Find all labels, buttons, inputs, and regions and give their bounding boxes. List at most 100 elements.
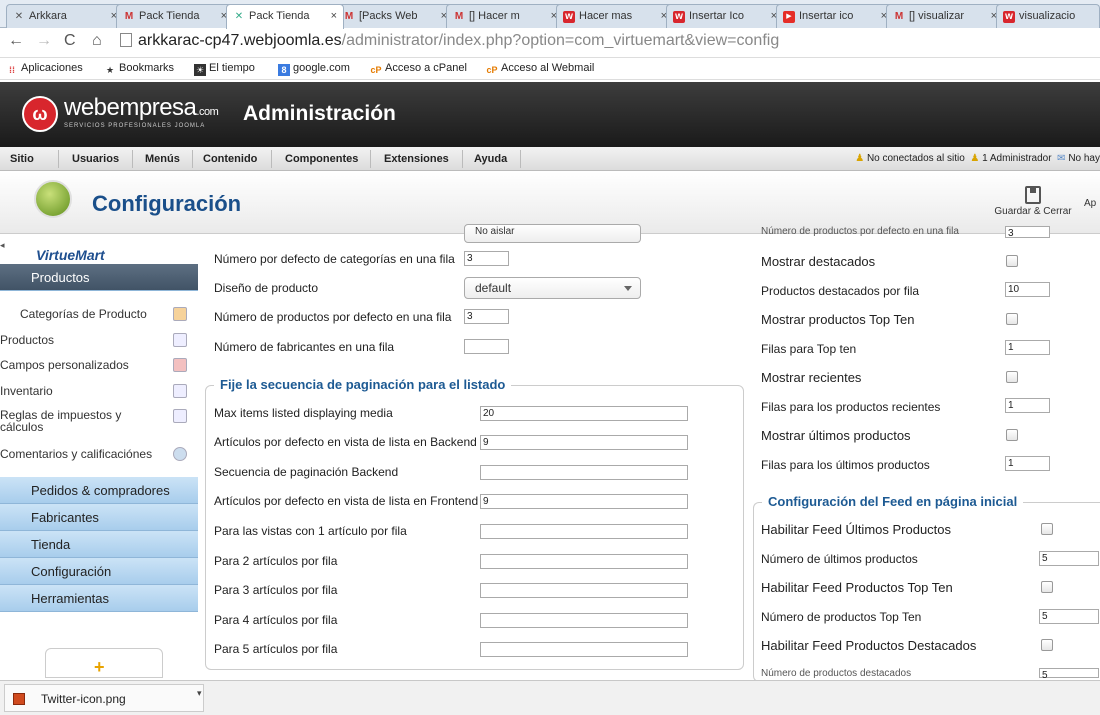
url-input[interactable]: arkkarac-cp47.webjoomla.es/administrator… bbox=[120, 32, 779, 50]
sidebar-item-impuestos[interactable]: Reglas de impuestos y cálculos bbox=[0, 409, 187, 433]
show-latest-checkbox[interactable] bbox=[1006, 429, 1018, 441]
menu-contenido[interactable]: Contenido bbox=[203, 153, 257, 165]
menu-extensiones[interactable]: Extensiones bbox=[384, 153, 449, 165]
browser-tab[interactable]: ▶ Insertar ico × bbox=[776, 4, 894, 28]
field-label: Habilitar Feed Productos Destacados bbox=[761, 638, 977, 653]
field-label: Para 5 artículos por fila bbox=[214, 642, 338, 656]
cpanel-icon: cP bbox=[486, 65, 498, 75]
bookmark-bookmarks[interactable]: ★ Bookmarks bbox=[104, 62, 174, 76]
collapse-arrow-icon[interactable]: ◂ bbox=[0, 240, 5, 251]
config-wrench-icon bbox=[34, 180, 72, 218]
browser-tab[interactable]: ✕ Arkkara × bbox=[6, 4, 124, 28]
sidebar-item-productos[interactable]: Productos bbox=[0, 333, 187, 347]
feed-topten-count-input[interactable]: 5 bbox=[1039, 609, 1099, 624]
field-label: Número de productos por defecto en una f… bbox=[214, 310, 452, 324]
browser-tab[interactable]: M[] Hacer m × bbox=[446, 4, 564, 28]
browser-tab[interactable]: w visualizacio bbox=[996, 4, 1100, 28]
browser-tab[interactable]: w Insertar Ico × bbox=[666, 4, 784, 28]
show-featured-checkbox[interactable] bbox=[1006, 255, 1018, 267]
menu-separator bbox=[192, 150, 193, 168]
latest-rows-input[interactable]: 1 bbox=[1005, 456, 1050, 471]
sidebar-section-fabricantes[interactable]: Fabricantes bbox=[0, 504, 198, 531]
bookmark-apps[interactable]: ⁞⁞ Aplicaciones bbox=[6, 62, 83, 76]
field-label: Para 2 artículos por fila bbox=[214, 554, 338, 568]
reload-icon[interactable]: C bbox=[64, 32, 76, 50]
products-per-row-input[interactable]: 3 bbox=[464, 309, 509, 324]
per-row-5-input[interactable] bbox=[480, 642, 688, 657]
sidebar-item-campos[interactable]: Campos personalizados bbox=[0, 358, 187, 372]
sidebar-item-comentarios[interactable]: Comentarios y calificaciónes bbox=[0, 447, 187, 461]
field-label: Secuencia de paginación Backend bbox=[214, 465, 399, 479]
arkkara-icon: ✕ bbox=[14, 11, 24, 22]
browser-tab[interactable]: M [Packs Web × bbox=[336, 4, 454, 28]
browser-tab-active[interactable]: ✕ Pack Tienda × bbox=[226, 4, 344, 29]
back-icon[interactable]: ← bbox=[8, 32, 24, 50]
sidebar-item-categorias[interactable]: Categorías de Producto bbox=[20, 307, 190, 321]
feed-featured-checkbox[interactable] bbox=[1041, 639, 1053, 651]
download-filename: Twitter-icon.png bbox=[41, 692, 126, 706]
chevron-down-icon[interactable]: ▾ bbox=[197, 688, 202, 699]
sidebar-section-productos[interactable]: Productos bbox=[0, 264, 198, 291]
field-label: Mostrar destacados bbox=[761, 254, 876, 269]
field-label: Mostrar productos Top Ten bbox=[761, 312, 915, 327]
per-row-1-input[interactable] bbox=[480, 524, 688, 539]
field-label: Filas para los productos recientes bbox=[761, 400, 941, 414]
frontend-list-items-input[interactable]: 9 bbox=[480, 494, 688, 509]
max-items-media-input[interactable]: 20 bbox=[480, 406, 688, 421]
forward-icon[interactable]: → bbox=[36, 32, 52, 50]
bookmark-el-tiempo[interactable]: ☀ El tiempo bbox=[194, 62, 255, 76]
close-icon[interactable]: × bbox=[331, 10, 337, 22]
cut-select[interactable]: No aislar bbox=[464, 224, 641, 243]
home-icon[interactable]: ⌂ bbox=[92, 32, 102, 50]
per-row-4-input[interactable] bbox=[480, 613, 688, 628]
show-recent-checkbox[interactable] bbox=[1006, 371, 1018, 383]
webempresa-logo-icon: ω bbox=[22, 96, 58, 132]
feed-topten-checkbox[interactable] bbox=[1041, 581, 1053, 593]
admin-header: ω webempresa.com SERVICIOS PROFESIONALES… bbox=[0, 82, 1100, 147]
sidebar-section-pedidos[interactable]: Pedidos & compradores bbox=[0, 477, 198, 504]
bookmark-webmail[interactable]: cP Acceso al Webmail bbox=[486, 62, 594, 76]
menu-ayuda[interactable]: Ayuda bbox=[474, 153, 507, 165]
recent-rows-input[interactable]: 1 bbox=[1005, 398, 1050, 413]
menu-menus[interactable]: Menús bbox=[145, 153, 180, 165]
save-icon bbox=[1025, 186, 1041, 204]
per-row-2-input[interactable] bbox=[480, 554, 688, 569]
menu-sitio[interactable]: Sitio bbox=[10, 153, 34, 165]
users-icon: ♟ bbox=[855, 153, 865, 164]
apply-button[interactable]: Ap bbox=[1084, 198, 1096, 209]
sidebar-section-configuracion[interactable]: Configuración bbox=[0, 558, 198, 585]
per-row-3-input[interactable] bbox=[480, 583, 688, 598]
google-icon: 8 bbox=[278, 64, 290, 76]
categories-per-row-input[interactable]: 3 bbox=[464, 251, 509, 266]
bookmark-cpanel[interactable]: cP Acceso a cPanel bbox=[370, 62, 466, 76]
download-item[interactable]: Twitter-icon.png ▾ bbox=[4, 684, 204, 712]
manufacturers-per-row-input[interactable] bbox=[464, 339, 509, 354]
menu-usuarios[interactable]: Usuarios bbox=[72, 153, 119, 165]
menu-componentes[interactable]: Componentes bbox=[285, 153, 358, 165]
menu-separator bbox=[520, 150, 521, 168]
cpanel-icon: cP bbox=[370, 65, 382, 75]
browser-tab[interactable]: w Hacer mas × bbox=[556, 4, 674, 28]
cut-input[interactable]: 3 bbox=[1005, 226, 1050, 239]
topten-rows-input[interactable]: 1 bbox=[1005, 340, 1050, 355]
save-close-button[interactable]: Guardar & Cerrar bbox=[988, 186, 1078, 230]
feed-latest-checkbox[interactable] bbox=[1041, 523, 1053, 535]
page-icon bbox=[120, 33, 132, 47]
gmail-icon: M bbox=[344, 11, 354, 22]
feed-featured-count-input[interactable]: 5 bbox=[1039, 668, 1099, 681]
browser-tab[interactable]: M Pack Tienda × bbox=[116, 4, 234, 28]
sidebar-section-tienda[interactable]: Tienda bbox=[0, 531, 198, 558]
backend-list-items-input[interactable]: 9 bbox=[480, 435, 688, 450]
feed-latest-count-input[interactable]: 5 bbox=[1039, 551, 1099, 566]
browser-tab[interactable]: M[] visualizar × bbox=[886, 4, 1004, 28]
bookmark-google[interactable]: 8 google.com bbox=[278, 62, 350, 76]
calculator-icon bbox=[173, 409, 187, 423]
backend-pagination-input[interactable] bbox=[480, 465, 688, 480]
puzzle-icon: ✕ bbox=[234, 11, 244, 22]
product-layout-select[interactable]: default bbox=[464, 277, 641, 299]
featured-per-row-input[interactable]: 10 bbox=[1005, 282, 1050, 297]
show-topten-checkbox[interactable] bbox=[1006, 313, 1018, 325]
sidebar-section-herramientas[interactable]: Herramientas bbox=[0, 585, 198, 612]
sidebar-item-inventario[interactable]: Inventario bbox=[0, 384, 187, 398]
field-label: Mostrar últimos productos bbox=[761, 428, 911, 443]
